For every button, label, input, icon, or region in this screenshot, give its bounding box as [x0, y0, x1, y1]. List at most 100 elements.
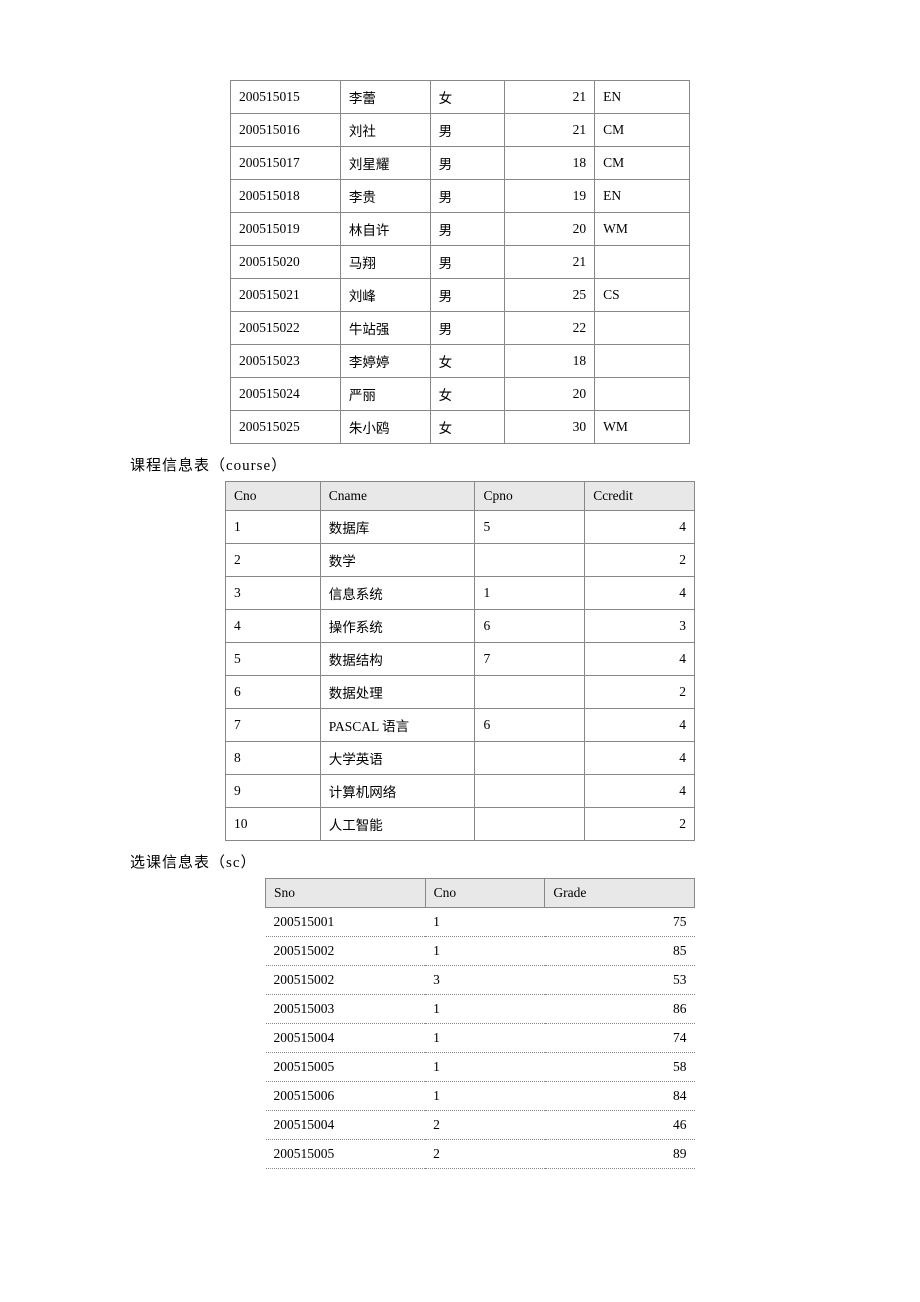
course-table: Cno Cname Cpno Ccredit 1数据库542数学23信息系统14…: [225, 481, 695, 841]
cell-sage: 20: [505, 378, 595, 411]
table-row: 7PASCAL 语言64: [226, 709, 695, 742]
cell-cpno: [475, 808, 585, 841]
cell-grade: 74: [545, 1024, 695, 1053]
cell-sno: 200515020: [231, 246, 341, 279]
cell-sdept: [595, 378, 690, 411]
cell-cno: 2: [425, 1140, 545, 1169]
cell-sno: 200515024: [231, 378, 341, 411]
cell-cname: 数据结构: [320, 643, 475, 676]
student-table: 200515015李蕾女21EN200515016刘社男21CM20051501…: [230, 80, 690, 444]
cell-grade: 46: [545, 1111, 695, 1140]
cell-cpno: [475, 742, 585, 775]
table-row: 1数据库54: [226, 511, 695, 544]
cell-ccredit: 4: [585, 577, 695, 610]
cell-sage: 21: [505, 81, 595, 114]
cell-cpno: 1: [475, 577, 585, 610]
cell-sage: 21: [505, 114, 595, 147]
table-row: 200515004174: [266, 1024, 695, 1053]
col-sno: Sno: [266, 879, 426, 908]
cell-sno: 200515016: [231, 114, 341, 147]
cell-ccredit: 2: [585, 676, 695, 709]
cell-sdept: [595, 312, 690, 345]
table-row: 200515006184: [266, 1082, 695, 1111]
cell-cno: 1: [425, 908, 545, 937]
cell-ccredit: 2: [585, 808, 695, 841]
cell-ssex: 女: [430, 345, 505, 378]
cell-sname: 朱小鸥: [340, 411, 430, 444]
sc-caption: 选课信息表（sc）: [130, 851, 880, 872]
cell-cpno: [475, 775, 585, 808]
table-row: 9计算机网络4: [226, 775, 695, 808]
cell-sno: 200515002: [266, 966, 426, 995]
cell-cname: 数据处理: [320, 676, 475, 709]
table-row: 8大学英语4: [226, 742, 695, 775]
cell-sage: 19: [505, 180, 595, 213]
cell-sno: 200515022: [231, 312, 341, 345]
cell-sdept: CM: [595, 114, 690, 147]
cell-cpno: 7: [475, 643, 585, 676]
cell-sname: 李蕾: [340, 81, 430, 114]
cell-sno: 200515023: [231, 345, 341, 378]
cell-sage: 20: [505, 213, 595, 246]
table-row: 200515024严丽女20: [231, 378, 690, 411]
table-row: 5数据结构74: [226, 643, 695, 676]
cell-sno: 200515005: [266, 1053, 426, 1082]
cell-sdept: [595, 345, 690, 378]
col-cpno: Cpno: [475, 482, 585, 511]
cell-cno: 5: [226, 643, 321, 676]
cell-sname: 马翔: [340, 246, 430, 279]
table-header-row: Cno Cname Cpno Ccredit: [226, 482, 695, 511]
cell-cpno: 6: [475, 709, 585, 742]
table-row: 200515002353: [266, 966, 695, 995]
table-row: 6数据处理2: [226, 676, 695, 709]
cell-cno: 1: [425, 937, 545, 966]
cell-grade: 86: [545, 995, 695, 1024]
table-row: 200515018李贵男19EN: [231, 180, 690, 213]
cell-cno: 2: [425, 1111, 545, 1140]
course-caption: 课程信息表（course）: [130, 454, 880, 475]
cell-ssex: 男: [430, 312, 505, 345]
cell-sdept: [595, 246, 690, 279]
cell-sname: 刘星耀: [340, 147, 430, 180]
cell-sno: 200515004: [266, 1111, 426, 1140]
cell-cno: 1: [425, 1082, 545, 1111]
cell-sage: 18: [505, 345, 595, 378]
cell-sdept: EN: [595, 81, 690, 114]
cell-sage: 25: [505, 279, 595, 312]
cell-cno: 2: [226, 544, 321, 577]
cell-ccredit: 4: [585, 643, 695, 676]
cell-cpno: [475, 544, 585, 577]
table-header-row: Sno Cno Grade: [266, 879, 695, 908]
cell-ccredit: 2: [585, 544, 695, 577]
col-cname: Cname: [320, 482, 475, 511]
cell-cno: 1: [425, 995, 545, 1024]
cell-cno: 7: [226, 709, 321, 742]
cell-sno: 200515015: [231, 81, 341, 114]
cell-cno: 3: [425, 966, 545, 995]
cell-ssex: 女: [430, 81, 505, 114]
cell-grade: 58: [545, 1053, 695, 1082]
cell-cpno: 6: [475, 610, 585, 643]
table-row: 200515020马翔男21: [231, 246, 690, 279]
cell-sdept: WM: [595, 411, 690, 444]
cell-ssex: 男: [430, 180, 505, 213]
cell-ccredit: 4: [585, 511, 695, 544]
cell-ccredit: 3: [585, 610, 695, 643]
cell-cname: 操作系统: [320, 610, 475, 643]
cell-cno: 9: [226, 775, 321, 808]
cell-cno: 1: [425, 1053, 545, 1082]
cell-sname: 李婷婷: [340, 345, 430, 378]
cell-sno: 200515019: [231, 213, 341, 246]
cell-sno: 200515021: [231, 279, 341, 312]
col-cno: Cno: [425, 879, 545, 908]
cell-cname: 人工智能: [320, 808, 475, 841]
cell-sdept: EN: [595, 180, 690, 213]
cell-cname: PASCAL 语言: [320, 709, 475, 742]
cell-sno: 200515001: [266, 908, 426, 937]
cell-sname: 林自许: [340, 213, 430, 246]
cell-cpno: [475, 676, 585, 709]
sc-table: Sno Cno Grade 20051500117520051500218520…: [265, 878, 695, 1169]
cell-grade: 84: [545, 1082, 695, 1111]
cell-ssex: 女: [430, 411, 505, 444]
cell-sage: 30: [505, 411, 595, 444]
